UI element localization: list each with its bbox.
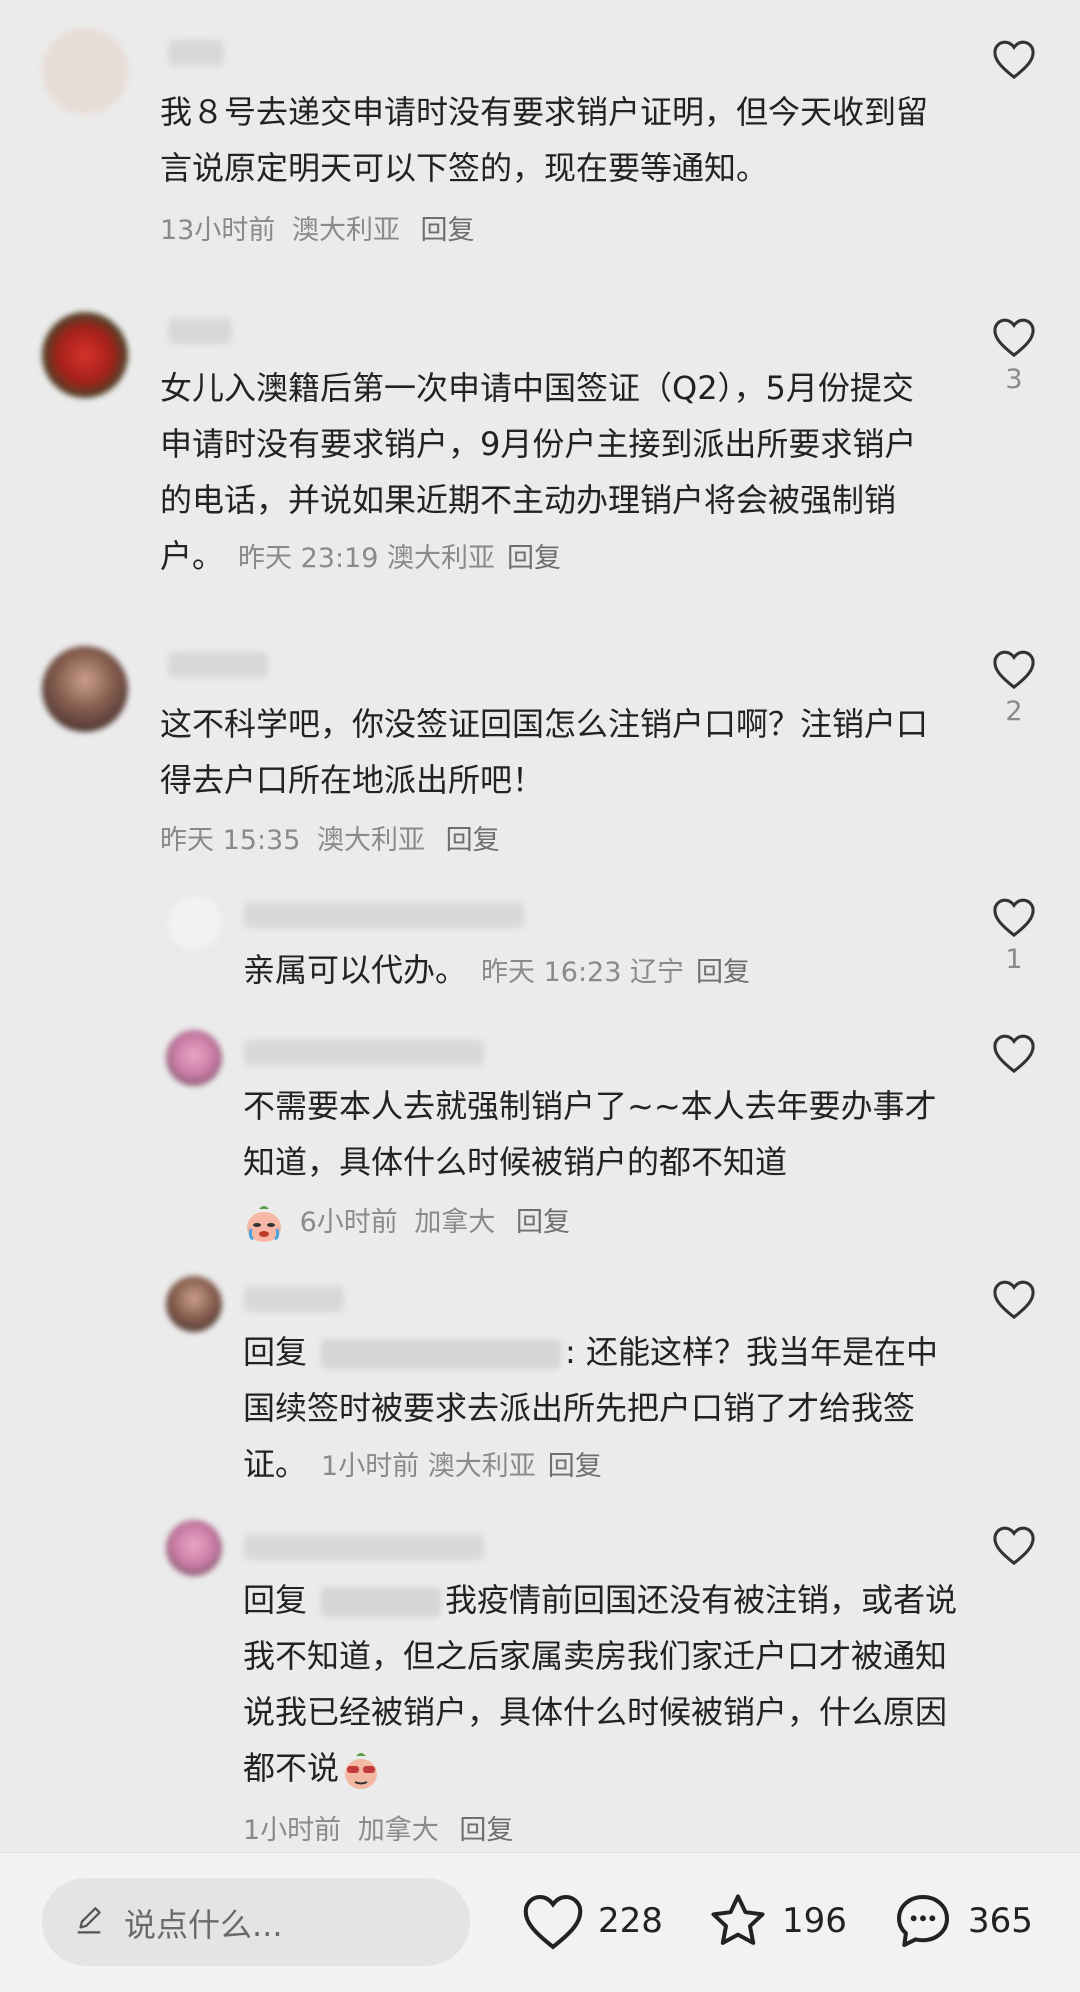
like-button[interactable]: 2 (984, 648, 1044, 727)
reply-button[interactable]: 回复 (446, 825, 500, 856)
comment-time: 昨天 15:35 (160, 825, 301, 856)
star-icon (711, 1894, 765, 1945)
heart-icon (993, 1526, 1035, 1566)
reply-time: 6小时前 (299, 1207, 398, 1238)
reply-button[interactable]: 回复 (696, 957, 750, 988)
reply-text: 回复 我疫情前回国还没有被注销，或者说我不知道，但之后家属卖房我们家迁户口才被通知… (243, 1572, 963, 1796)
reply-meta: 昨天 16:23 辽宁 回复 (481, 957, 750, 988)
avatar[interactable] (166, 1520, 222, 1576)
like-action-button[interactable]: 228 (520, 1881, 663, 1961)
avatar[interactable] (166, 1030, 222, 1086)
avatar[interactable] (42, 28, 128, 114)
comment-meta: 昨天 15:35 澳大利亚 回复 (160, 818, 500, 857)
comment-time: 13小时前 (160, 215, 276, 246)
like-button[interactable]: 1 (984, 896, 1044, 975)
avatar[interactable] (166, 1276, 222, 1332)
chat-bubble-icon (897, 1895, 949, 1947)
comment-location: 澳大利亚 (317, 825, 425, 856)
like-count: 228 (598, 1901, 663, 1941)
heart-icon (993, 1034, 1035, 1074)
avatar[interactable] (166, 894, 224, 952)
crying-emoji-icon (247, 1205, 281, 1242)
username-blurred[interactable] (244, 1534, 484, 1560)
comment-time: 昨天 23:19 (238, 543, 379, 574)
heart-icon (993, 650, 1035, 690)
comment-location: 澳大利亚 (291, 215, 400, 246)
comment-meta: 昨天 23:19 澳大利亚 回复 (238, 543, 561, 574)
pencil-icon (77, 1907, 101, 1934)
username-blurred[interactable] (244, 1286, 344, 1312)
reply-prefix: 回复 (243, 1333, 308, 1371)
comment-input-placeholder: 说点什么... (124, 1906, 283, 1944)
comment-text: 我８号去递交申请时没有要求销户证明，但今天收到留言说原定明天可以下签的，现在要等… (160, 93, 929, 187)
reply-meta: 1小时前 澳大利亚 回复 (321, 1451, 602, 1482)
heart-icon (993, 1280, 1035, 1320)
username-blurred[interactable] (244, 1040, 484, 1066)
comment-meta: 13小时前 澳大利亚 回复 (160, 208, 475, 247)
heart-icon (993, 898, 1035, 938)
reply-meta: 6小时前 加拿大 回复 (243, 1200, 570, 1245)
reply-text: 不需要本人去就强制销户了~~本人去年要办事才知道，具体什么时候被销户的都不知道 (243, 1087, 937, 1181)
comment-text: 这不科学吧，你没签证回国怎么注销户口啊？注销户口得去户口所在地派出所吧！ (160, 705, 929, 799)
like-button[interactable] (984, 1278, 1044, 1320)
mentioned-username-blurred[interactable] (321, 1587, 442, 1617)
avatar[interactable] (42, 312, 128, 398)
reply-location: 澳大利亚 (427, 1451, 536, 1482)
reply-location: 辽宁 (630, 957, 685, 988)
like-button[interactable]: 3 (984, 316, 1044, 395)
sunglasses-emoji-icon (345, 1753, 378, 1789)
like-button[interactable] (984, 1524, 1044, 1566)
bottom-action-bar: 说点什么... 228 196 365 (0, 1852, 1080, 1992)
reply-button[interactable]: 回复 (507, 543, 561, 574)
comment-count: 365 (968, 1901, 1033, 1941)
reply-text: 亲属可以代办。 昨天 16:23 辽宁 回复 (243, 951, 751, 989)
username-blurred[interactable] (168, 40, 224, 66)
reply-time: 昨天 16:23 (481, 957, 622, 988)
avatar[interactable] (42, 646, 128, 732)
username-blurred[interactable] (168, 318, 232, 344)
like-count: 1 (1005, 944, 1023, 975)
reply-text: 回复: 还能这样？我当年是在中国续签时被要求去派出所先把户口销了才给我签证。 1小… (243, 1333, 938, 1483)
comment-location: 澳大利亚 (387, 543, 496, 574)
reply-button[interactable]: 回复 (516, 1207, 570, 1238)
comment-input[interactable]: 说点什么... (42, 1878, 470, 1966)
heart-icon (993, 40, 1035, 80)
comment-text: 女儿入澳籍后第一次申请中国签证（Q2），5月份提交申请时没有要求销户，9月份户主… (160, 369, 917, 575)
heart-icon (523, 1894, 583, 1950)
like-button[interactable] (984, 1032, 1044, 1074)
heart-icon (993, 318, 1035, 358)
reply-time: 1小时前 (321, 1451, 420, 1482)
reply-location: 加拿大 (357, 1815, 439, 1846)
reply-button[interactable]: 回复 (421, 215, 475, 246)
username-blurred[interactable] (168, 652, 268, 678)
reply-prefix: 回复 (243, 1581, 308, 1619)
favorite-action-button[interactable]: 196 (706, 1881, 847, 1961)
reply-time: 1小时前 (243, 1815, 342, 1846)
reply-location: 加拿大 (414, 1207, 496, 1238)
favorite-count: 196 (782, 1901, 847, 1941)
reply-button[interactable]: 回复 (459, 1815, 513, 1846)
reply-meta: 1小时前 加拿大 回复 (243, 1808, 513, 1847)
like-button[interactable] (984, 38, 1044, 80)
like-count: 2 (1005, 696, 1023, 727)
username-blurred[interactable] (244, 902, 524, 928)
mentioned-username-blurred[interactable] (321, 1339, 562, 1369)
comment-action-button[interactable]: 365 (890, 1881, 1033, 1961)
reply-button[interactable]: 回复 (548, 1451, 602, 1482)
like-count: 3 (1005, 364, 1023, 395)
